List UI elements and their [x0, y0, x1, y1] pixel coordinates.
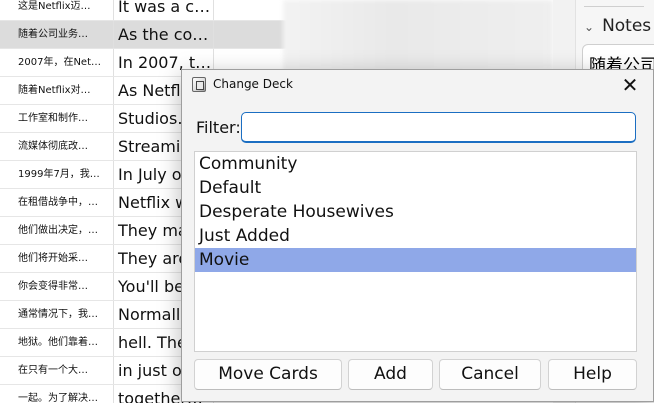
table-cell-sort-field: 在只有一个大… — [0, 357, 114, 384]
list-item[interactable]: Desperate Housewives — [195, 200, 636, 224]
table-cell-sort-field: 流媒体彻底改… — [0, 133, 114, 160]
cancel-button[interactable]: Cancel — [439, 359, 541, 390]
dialog-titlebar[interactable]: Change Deck ✕ — [182, 70, 653, 100]
table-cell-sort-field: 随着公司业务… — [0, 21, 114, 48]
table-cell-sort-field: 一起。为了解决… — [0, 385, 114, 403]
list-item[interactable]: Community — [195, 152, 636, 176]
table-cell-sort-field: 你会变得非常… — [0, 273, 114, 300]
filter-label: Filter: — [196, 118, 241, 137]
table-cell-sort-field: 他们将开始采… — [0, 245, 114, 272]
table-cell-sort-field: 1999年7月，我… — [0, 161, 114, 188]
table-cell-sort-field: 在租借战争中，… — [0, 189, 114, 216]
table-cell-sort-field: 他们做出决定，… — [0, 217, 114, 244]
table-cell-answer: It was a cr… — [114, 0, 214, 20]
notes-label: Notes — [602, 16, 652, 36]
list-item-selected[interactable]: Movie — [195, 248, 636, 272]
table-row[interactable]: 这是Netflix迈… It was a cr… — [0, 0, 290, 21]
notes-field-header[interactable]: ⌄ Notes — [584, 16, 651, 36]
table-row[interactable]: 随着公司业务… As the co… — [0, 21, 290, 49]
move-cards-button[interactable]: Move Cards — [194, 359, 342, 390]
table-cell-sort-field: 这是Netflix迈… — [0, 0, 114, 20]
deck-list[interactable]: Community Default Desperate Housewives J… — [194, 151, 637, 352]
divider — [584, 6, 644, 7]
table-cell-sort-field: 工作室和制作… — [0, 105, 114, 132]
blurred-preview — [283, 0, 553, 72]
help-button[interactable]: Help — [548, 359, 637, 390]
table-cell-sort-field: 随着Netflix对… — [0, 77, 114, 104]
close-button[interactable]: ✕ — [607, 70, 653, 100]
table-cell-sort-field: 通常情况下，我… — [0, 301, 114, 328]
dialog-title: Change Deck — [213, 77, 293, 91]
table-cell-sort-field: 地狱。他们靠着… — [0, 329, 114, 356]
close-icon: ✕ — [621, 73, 639, 97]
filter-input[interactable] — [241, 112, 636, 143]
list-item[interactable]: Just Added — [195, 224, 636, 248]
chevron-down-icon[interactable]: ⌄ — [584, 20, 594, 34]
add-button[interactable]: Add — [348, 359, 433, 390]
change-deck-dialog: Change Deck ✕ Filter: Community Default … — [181, 69, 654, 402]
table-cell-sort-field: 2007年，在Net… — [0, 49, 114, 76]
list-item[interactable]: Default — [195, 176, 636, 200]
table-cell-answer: As the co… — [114, 21, 214, 48]
app-icon — [192, 77, 206, 92]
